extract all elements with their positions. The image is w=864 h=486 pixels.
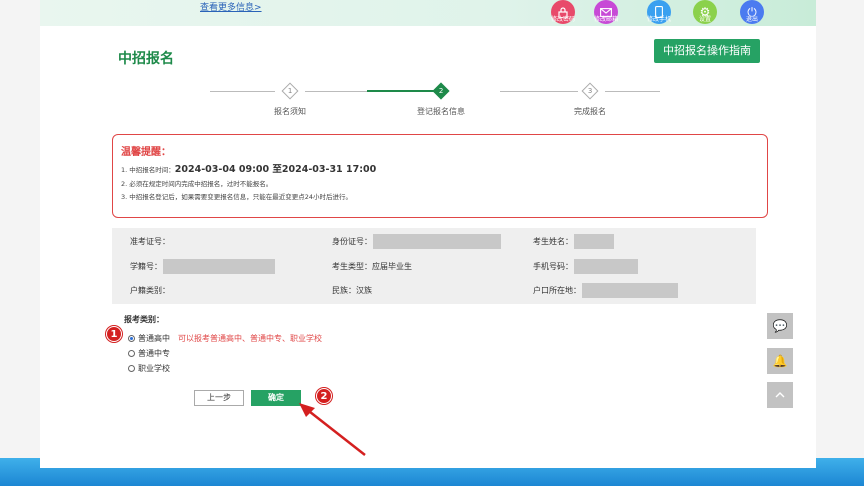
step-1: 1 报名须知 <box>245 82 335 117</box>
step-3-marker: 3 <box>581 82 599 100</box>
option-general-high-school-label: 普通高中 <box>138 334 170 343</box>
change-password-button[interactable]: 修改密码 <box>548 0 578 33</box>
redacted-id-number <box>373 233 501 249</box>
notice-line-3: 3. 中招报名登记后，如果需要变更报名信息，只能在最近变更点24小时后进行。 <box>121 193 353 201</box>
registration-time: 2024-03-04 09:00 至2024-03-31 17:00 <box>174 164 377 175</box>
step-progress: 1 报名须知 2 登记报名信息 3 完成报名 <box>210 82 660 122</box>
notice-line-1: 1. 中招报名时间：2024-03-04 09:00 至2024-03-31 1… <box>121 161 759 175</box>
wechat-icon[interactable]: 💬 <box>767 313 793 339</box>
more-info-link[interactable]: 查看更多信息> <box>200 0 262 13</box>
change-email-label: 修改邮箱 <box>593 16 618 23</box>
step-2: 2 登记报名信息 <box>396 82 486 117</box>
exam-number-field: 准考证号： <box>130 236 170 246</box>
confirm-button[interactable]: 确定 <box>251 390 301 406</box>
phone-number-field: 手机号码： <box>533 258 638 274</box>
back-to-top-icon[interactable] <box>767 382 793 408</box>
change-password-label: 修改密码 <box>550 16 575 23</box>
id-number-field: 身份证号： <box>332 233 501 249</box>
step-1-marker: 1 <box>281 82 299 100</box>
student-info-panel: 准考证号： 身份证号： 考生姓名： 学籍号： 考生类型：应届毕业生 手机号码： … <box>112 228 756 304</box>
notice-box: 温馨提醒： 1. 中招报名时间：2024-03-04 09:00 至2024-0… <box>112 134 768 218</box>
page-margin-right <box>816 0 864 486</box>
step-1-label: 报名须知 <box>274 107 306 116</box>
bottom-bar <box>0 458 864 486</box>
radio-vocational-secondary[interactable] <box>128 350 135 357</box>
step-3-label: 完成报名 <box>574 107 606 116</box>
logout-label: 退出 <box>745 16 758 23</box>
category-title: 报考类别： <box>124 315 164 324</box>
radio-vocational-school[interactable] <box>128 365 135 372</box>
option-note: 可以报考普通高中、普通中专、职业学校 <box>178 334 322 343</box>
step-2-label: 登记报名信息 <box>417 107 465 116</box>
redacted-student-number <box>163 258 275 274</box>
step-3: 3 完成报名 <box>545 82 635 117</box>
radio-general-high-school[interactable] <box>128 335 135 342</box>
change-phone-label: 修改手机 <box>646 16 671 23</box>
student-name-field: 考生姓名： <box>533 233 614 249</box>
page-margin-left <box>0 0 40 486</box>
student-type-field: 考生类型：应届毕业生 <box>332 261 412 271</box>
annotation-marker-1: 1 <box>106 326 122 342</box>
redacted-phone <box>574 258 638 274</box>
student-number-field: 学籍号： <box>130 258 275 274</box>
notice-line-2: 2. 必须在规定时间内完成中招报名，过时不能报名。 <box>121 180 273 188</box>
notice-title: 温馨提醒： <box>121 147 171 158</box>
settings-button[interactable]: ⚙ 设置 <box>690 0 720 33</box>
option-vocational-school[interactable]: 职业学校 <box>128 363 170 374</box>
residence-field: 户口所在地： <box>533 282 678 298</box>
ethnicity-field: 民族：汉族 <box>332 285 372 295</box>
guide-button[interactable]: 中招报名操作指南 <box>654 39 760 63</box>
change-phone-button[interactable]: 修改手机 <box>644 0 674 33</box>
annotation-arrow-icon <box>299 403 366 456</box>
settings-label: 设置 <box>698 16 711 23</box>
change-email-button[interactable]: 修改邮箱 <box>591 0 621 33</box>
previous-step-button[interactable]: 上一步 <box>194 390 244 406</box>
notice-line-1-prefix: 1. 中招报名时间： <box>121 166 175 174</box>
household-type-field: 户籍类别： <box>130 285 170 295</box>
option-vocational-secondary-label: 普通中专 <box>138 349 170 358</box>
option-general-high-school[interactable]: 普通高中 可以报考普通高中、普通中专、职业学校 <box>128 333 322 344</box>
option-vocational-school-label: 职业学校 <box>138 364 170 373</box>
notification-bell-icon[interactable]: 🔔 <box>767 348 793 374</box>
option-vocational-secondary[interactable]: 普通中专 <box>128 348 170 359</box>
redacted-residence <box>582 282 678 298</box>
redacted-name <box>574 233 614 249</box>
step-2-marker: 2 <box>432 82 450 100</box>
logout-button[interactable]: ⏻ 退出 <box>737 0 767 33</box>
page-title: 中招报名 <box>118 51 174 67</box>
